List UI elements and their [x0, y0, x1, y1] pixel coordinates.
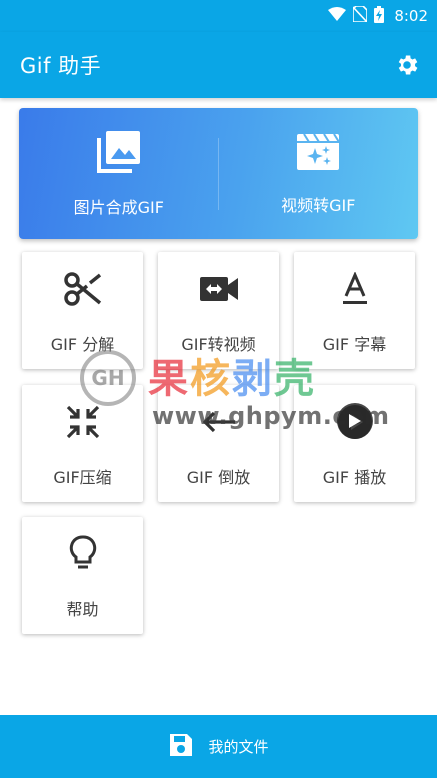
- gif-subtitle-label: GIF 字幕: [322, 335, 387, 354]
- status-bar: 8:02: [0, 0, 437, 32]
- scissors-icon: [63, 269, 103, 309]
- help-label: 帮助: [66, 600, 99, 619]
- text-format-icon: [335, 269, 375, 309]
- images-to-gif-label: 图片合成GIF: [73, 197, 164, 217]
- gif-play-label: GIF 播放: [322, 468, 387, 487]
- gif-to-video-card[interactable]: GIF转视频: [158, 252, 279, 369]
- movie-sparkle-icon: [295, 132, 341, 176]
- save-icon: [168, 732, 194, 762]
- wifi-icon: [328, 7, 347, 25]
- back-arrow-icon: [199, 402, 239, 442]
- hero-card: 图片合成GIF 视频转GIF: [19, 108, 418, 239]
- video-to-gif-label: 视频转GIF: [281, 195, 356, 215]
- app-bar: Gif 助手: [0, 32, 437, 98]
- app-title: Gif 助手: [20, 54, 102, 78]
- play-icon: [335, 402, 375, 442]
- no-sim-icon: [352, 5, 369, 26]
- video-to-gif-button[interactable]: 视频转GIF: [219, 108, 419, 239]
- images-to-gif-button[interactable]: 图片合成GIF: [19, 108, 219, 239]
- status-time: 8:02: [394, 7, 428, 25]
- gif-reverse-label: GIF 倒放: [186, 468, 251, 487]
- battery-charging-icon: [374, 5, 385, 27]
- compress-icon: [63, 402, 103, 442]
- gif-subtitle-card[interactable]: GIF 字幕: [294, 252, 415, 369]
- video-convert-icon: [199, 269, 239, 309]
- gear-icon[interactable]: [393, 51, 421, 79]
- gif-to-video-label: GIF转视频: [181, 335, 256, 354]
- photo-library-icon: [96, 130, 142, 178]
- gif-split-label: GIF 分解: [50, 335, 115, 354]
- gif-split-card[interactable]: GIF 分解: [22, 252, 143, 369]
- gif-compress-label: GIF压缩: [53, 468, 112, 487]
- lightbulb-icon: [63, 534, 103, 574]
- gif-play-card[interactable]: GIF 播放: [294, 385, 415, 502]
- my-files-label: 我的文件: [208, 738, 269, 756]
- gif-reverse-card[interactable]: GIF 倒放: [158, 385, 279, 502]
- help-card[interactable]: 帮助: [22, 517, 143, 634]
- my-files-button[interactable]: 我的文件: [0, 715, 437, 778]
- gif-compress-card[interactable]: GIF压缩: [22, 385, 143, 502]
